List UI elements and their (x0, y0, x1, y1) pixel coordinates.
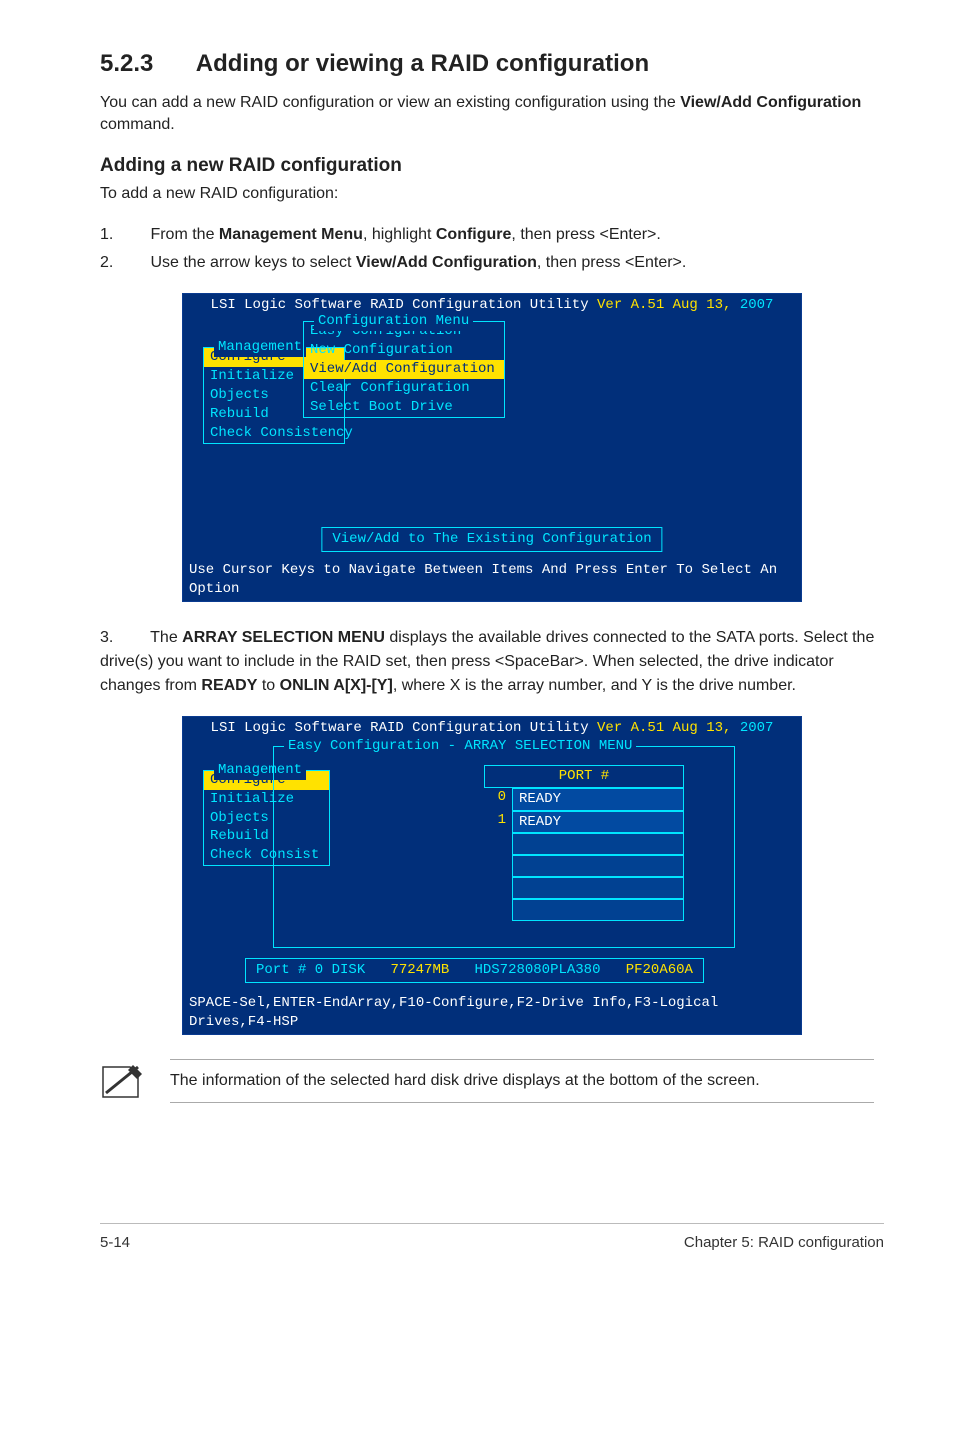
port-status (512, 855, 684, 877)
subsection-intro: To add a new RAID configuration: (100, 183, 884, 205)
port-row: 0 READY (484, 788, 684, 811)
section-title-text: Adding or viewing a RAID configuration (196, 50, 649, 77)
terminal-footer-hint: SPACE-Sel,ENTER-EndArray,F10-Configure,F… (183, 991, 801, 1034)
port-row (484, 833, 684, 855)
intro-command-name: View/Add Configuration (680, 94, 861, 111)
terminal-screenshot-2: LSI Logic Software RAID Configuration Ut… (182, 716, 802, 1035)
drive-model: HDS728080PLA380 (474, 962, 600, 978)
drive-port: Port # 0 DISK (256, 962, 365, 978)
note-block: The information of the selected hard dis… (100, 1059, 884, 1103)
step-item: 1. From the Management Menu, highlight C… (100, 223, 884, 247)
port-table: PORT # 0 READY 1 READY (484, 765, 684, 922)
conf-item-boot: Select Boot Drive (304, 398, 504, 417)
drive-firmware: PF20A60A (626, 962, 693, 978)
port-status (512, 877, 684, 899)
conf-item-clear: Clear Configuration (304, 379, 504, 398)
terminal-header: LSI Logic Software RAID Configuration Ut… (183, 294, 801, 317)
drive-info-bar: Port # 0 DISK 77247MB HDS728080PLA380 PF… (245, 958, 704, 983)
port-status: READY (512, 788, 684, 811)
port-status (512, 833, 684, 855)
port-row (484, 899, 684, 921)
section-heading: 5.2.3 Adding or viewing a RAID configura… (100, 50, 884, 78)
terminal-message: View/Add to The Existing Configuration (321, 527, 662, 552)
port-table-header: PORT # (484, 765, 684, 788)
chapter-label: Chapter 5: RAID configuration (684, 1234, 884, 1251)
port-row (484, 877, 684, 899)
subsection-heading: Adding a new RAID configuration (100, 155, 884, 177)
conf-item-view-add: View/Add Configuration (304, 360, 504, 379)
array-selection-menu-box: Easy Configuration - ARRAY SELECTION MEN… (273, 746, 735, 948)
page-footer: 5-14 Chapter 5: RAID configuration (100, 1223, 884, 1251)
steps-list-b: 3. The ARRAY SELECTION MENU displays the… (100, 626, 884, 698)
document-page: 5.2.3 Adding or viewing a RAID configura… (0, 0, 954, 1291)
configuration-menu-label: Configuration Menu (314, 312, 473, 331)
configuration-menu-box: Configuration Menu Easy Configuration Ne… (303, 321, 505, 417)
intro-paragraph: You can add a new RAID configuration or … (100, 92, 884, 137)
conf-item-new: New Configuration (304, 341, 504, 360)
terminal-footer-hint: Use Cursor Keys to Navigate Between Item… (183, 558, 801, 601)
port-row: 1 READY (484, 811, 684, 834)
port-row (484, 855, 684, 877)
page-number: 5-14 (100, 1234, 130, 1251)
step-item: 3. The ARRAY SELECTION MENU displays the… (100, 626, 884, 698)
mgmt-item-check-consistency: Check Consistency (204, 424, 344, 443)
drive-size: 77247MB (390, 962, 449, 978)
note-icon (100, 1059, 144, 1103)
note-text: The information of the selected hard dis… (170, 1070, 874, 1092)
terminal-screenshot-1: LSI Logic Software RAID Configuration Ut… (182, 293, 802, 602)
step-item: 2. Use the arrow keys to select View/Add… (100, 251, 884, 275)
array-selection-menu-label: Easy Configuration - ARRAY SELECTION MEN… (284, 737, 636, 756)
port-status: READY (512, 811, 684, 834)
steps-list-a: 1. From the Management Menu, highlight C… (100, 223, 884, 275)
port-status (512, 899, 684, 921)
management-menu-label: Management (214, 338, 306, 357)
section-number: 5.2.3 (100, 50, 190, 78)
